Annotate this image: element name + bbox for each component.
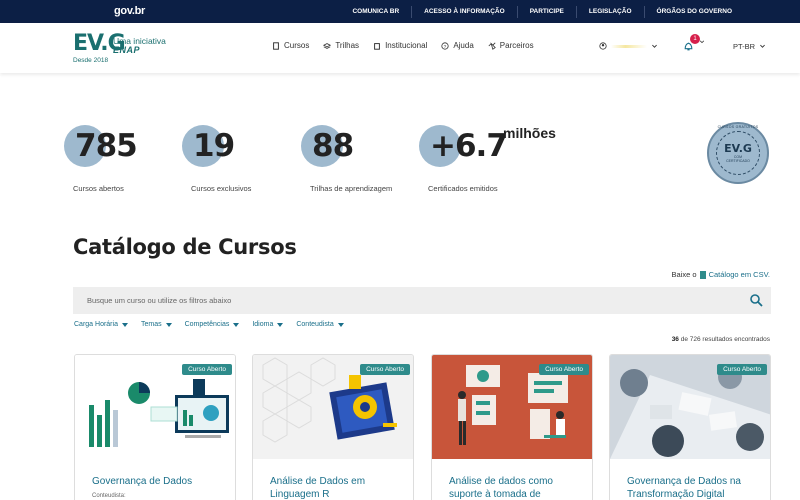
caret-down-icon [337, 322, 344, 327]
stat-value: 785 [75, 128, 138, 164]
handshake-icon [488, 41, 496, 50]
course-badge: Curso Aberto [182, 364, 232, 375]
filters-row: Carga Horária Temas Competências Idioma … [74, 321, 344, 328]
gov-link-legislacao[interactable]: LEGISLAÇÃO [575, 5, 644, 18]
chevron-down-icon [652, 44, 657, 48]
nav-parceiros[interactable]: Parceiros [488, 41, 534, 50]
stat-value: 19 [193, 128, 235, 164]
course-title[interactable]: Análise de Dados em Linguagem R [270, 475, 400, 500]
chevron-down-icon [699, 40, 705, 44]
chevron-down-icon [760, 44, 766, 48]
csv-link[interactable]: Catálogo em CSV. [709, 270, 770, 279]
search-icon[interactable] [749, 293, 763, 307]
nav-label: Trilhas [335, 41, 360, 50]
govbr-logo[interactable]: gov.br [114, 5, 145, 17]
seal-brand: EV.G [724, 142, 752, 155]
brand-tagline: Uma iniciativa ENAP [113, 36, 166, 55]
caret-down-icon [233, 322, 240, 327]
filter-conteudista[interactable]: Conteudista [296, 321, 344, 328]
course-title[interactable]: Governança de Dados na Transformação Dig… [627, 475, 757, 500]
help-icon: ? [441, 41, 449, 50]
language-value: PT-BR [733, 42, 756, 51]
stat-label: Cursos exclusivos [191, 184, 252, 193]
cursos-gratuitos-seal: CURSOS GRATUITOS EV.G COM CERTIFICADO [707, 122, 769, 184]
seal-line2: CERTIFICADO [726, 159, 750, 163]
seal-ring-text: CURSOS GRATUITOS [717, 125, 759, 129]
site-header: EV.G Uma iniciativa ENAP Desde 2018 Curso… [0, 23, 800, 73]
stat-label: Cursos abertos [73, 184, 124, 193]
course-card[interactable]: Curso Aberto Análise de Dados em Linguag… [252, 354, 414, 500]
filter-temas[interactable]: Temas [141, 321, 172, 328]
filter-idioma[interactable]: Idioma [252, 321, 284, 328]
results-count: 36 de 726 resultados encontrados [671, 336, 770, 343]
nav-institucional[interactable]: Institucional [373, 41, 427, 50]
file-icon [699, 270, 706, 279]
stat-suffix: milhões [503, 125, 556, 141]
language-select[interactable]: PT-BR [733, 42, 766, 51]
stat-value: +6.7 [430, 128, 508, 164]
course-badge: Curso Aberto [360, 364, 410, 375]
gov-links: COMUNICA BR ACESSO À INFORMAÇÃO PARTICIP… [340, 0, 744, 23]
svg-text:?: ? [444, 44, 447, 50]
user-name-redacted [611, 44, 647, 48]
notifications-button[interactable]: 1 [683, 34, 705, 57]
course-title[interactable]: Governança de Dados [92, 475, 222, 488]
main-nav: Cursos Trilhas Institucional ? Ajuda Par… [272, 41, 534, 50]
caret-down-icon [277, 322, 284, 327]
gov-top-bar: gov.br COMUNICA BR ACESSO À INFORMAÇÃO P… [0, 0, 800, 23]
layers-icon [323, 42, 332, 49]
course-badge: Curso Aberto [717, 364, 767, 375]
stat-value: 88 [312, 128, 354, 164]
course-title[interactable]: Análise de dados como suporte à tomada d… [449, 475, 579, 500]
nav-trilhas[interactable]: Trilhas [323, 41, 359, 50]
evg-logo[interactable]: EV.G Uma iniciativa ENAP Desde 2018 [73, 31, 166, 64]
nav-ajuda[interactable]: ? Ajuda [441, 41, 474, 50]
nav-label: Parceiros [499, 41, 534, 50]
nav-cursos[interactable]: Cursos [272, 41, 309, 50]
filter-carga-horaria[interactable]: Carga Horária [74, 321, 128, 328]
caret-down-icon [121, 322, 128, 327]
search-input[interactable]: Busque um curso ou utilize os filtros ab… [87, 296, 231, 305]
nav-label: Institucional [385, 41, 428, 50]
book-icon [273, 41, 279, 50]
catalog-title: Catálogo de Cursos [73, 235, 297, 259]
stat-label: Certificados emitidos [428, 184, 498, 193]
csv-prefix: Baixe o [671, 270, 697, 279]
brand-since: Desde 2018 [73, 57, 109, 64]
course-card[interactable]: Curso Aberto Governança de Dados Conteud… [74, 354, 236, 500]
nav-label: Ajuda [453, 41, 474, 50]
course-card[interactable]: Curso Aberto Governança de Dados na Tran… [609, 354, 771, 500]
gov-link-orgaos[interactable]: ÓRGÃOS DO GOVERNO [643, 5, 744, 18]
gov-link-acesso[interactable]: ACESSO À INFORMAÇÃO [411, 5, 517, 18]
gov-link-participe[interactable]: PARTICIPE [516, 5, 576, 18]
user-icon [599, 42, 607, 50]
course-author-label: Conteudista: [92, 493, 126, 499]
course-card[interactable]: Curso Aberto Análise de dados como supor… [431, 354, 593, 500]
search-bar[interactable]: Busque um curso ou utilize os filtros ab… [73, 287, 771, 314]
caret-down-icon [165, 322, 172, 327]
filter-competencias[interactable]: Competências [185, 321, 240, 328]
user-menu[interactable] [599, 42, 658, 50]
building-icon [374, 42, 380, 50]
nav-label: Cursos [284, 41, 310, 50]
gov-link-comunica[interactable]: COMUNICA BR [340, 6, 411, 18]
seal-inner: EV.G COM CERTIFICADO [716, 131, 760, 175]
csv-download: Baixe o Catálogo em CSV. [672, 270, 770, 279]
course-badge: Curso Aberto [539, 364, 589, 375]
stat-label: Trilhas de aprendizagem [310, 184, 393, 193]
